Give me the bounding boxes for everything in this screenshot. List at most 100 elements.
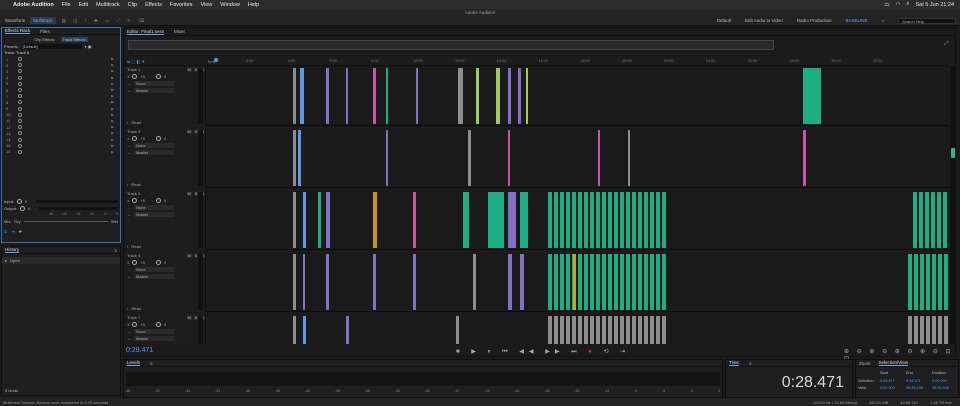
menu-icon[interactable]: ≡ bbox=[150, 361, 153, 366]
audio-clip[interactable] bbox=[944, 254, 948, 310]
audio-clip[interactable] bbox=[346, 316, 349, 344]
audio-clip[interactable] bbox=[620, 316, 624, 344]
power-icon[interactable]: ⏻ bbox=[4, 229, 7, 234]
track-lane[interactable] bbox=[208, 190, 949, 250]
audio-clip[interactable] bbox=[584, 192, 588, 248]
pan-knob[interactable] bbox=[155, 198, 161, 203]
audio-clip[interactable] bbox=[373, 68, 376, 124]
audio-clip[interactable] bbox=[548, 192, 552, 248]
power-icon[interactable] bbox=[18, 112, 22, 117]
audio-clip[interactable] bbox=[590, 316, 594, 344]
workspace-menu-icon[interactable]: » bbox=[881, 18, 884, 23]
audio-clip[interactable] bbox=[518, 68, 521, 124]
slot-menu-icon[interactable]: ▶ bbox=[111, 125, 114, 129]
audio-clip[interactable] bbox=[608, 254, 612, 310]
output-select[interactable]: Master bbox=[134, 274, 174, 279]
audio-clip[interactable] bbox=[937, 192, 941, 248]
audio-clip[interactable] bbox=[508, 192, 516, 248]
audio-clip[interactable] bbox=[938, 254, 942, 310]
pan-knob[interactable] bbox=[155, 136, 161, 141]
input-select[interactable]: None bbox=[134, 329, 174, 334]
slot-menu-icon[interactable]: ▶ bbox=[111, 138, 114, 142]
ruler-tool-icons[interactable]: ⇆ ⬚ ◧ ▼ bbox=[127, 59, 145, 64]
tab-clip-effects[interactable]: Clip Effects bbox=[34, 37, 54, 42]
audio-clip[interactable] bbox=[298, 130, 301, 186]
pan-knob[interactable] bbox=[155, 260, 161, 265]
audio-clip[interactable] bbox=[346, 68, 348, 124]
input-select[interactable]: None bbox=[134, 143, 174, 148]
track-lane[interactable] bbox=[208, 128, 949, 188]
audio-clip[interactable] bbox=[578, 254, 582, 310]
audio-clip[interactable] bbox=[943, 192, 947, 248]
scroll-thumb[interactable] bbox=[951, 148, 955, 158]
audio-clip[interactable] bbox=[303, 192, 306, 248]
volume-knob[interactable] bbox=[132, 74, 138, 79]
input-knob[interactable] bbox=[17, 199, 23, 204]
audio-clip[interactable] bbox=[596, 192, 600, 248]
audio-clip[interactable] bbox=[554, 254, 558, 310]
audio-clip[interactable] bbox=[300, 68, 304, 124]
power-icon[interactable] bbox=[18, 137, 22, 142]
power-icon[interactable] bbox=[18, 63, 22, 68]
audio-clip[interactable] bbox=[926, 254, 930, 310]
audio-clip[interactable] bbox=[628, 130, 630, 186]
automation-mode[interactable]: Read bbox=[131, 182, 141, 187]
audio-clip[interactable] bbox=[926, 316, 930, 344]
playhead[interactable] bbox=[214, 58, 218, 62]
insert-icon[interactable]: ⇥ bbox=[11, 229, 14, 234]
app-menu[interactable]: Adobe Audition bbox=[13, 2, 54, 8]
audio-clip[interactable] bbox=[602, 254, 606, 310]
audio-clip[interactable] bbox=[914, 254, 918, 310]
audio-clip[interactable] bbox=[626, 316, 630, 344]
audio-clip[interactable] bbox=[566, 254, 570, 310]
wifi-icon[interactable]: ◠ bbox=[896, 2, 901, 8]
menu-effects[interactable]: Effects bbox=[145, 2, 162, 8]
audio-clip[interactable] bbox=[293, 68, 296, 124]
pan-value[interactable]: 0 bbox=[164, 74, 166, 79]
audio-clip[interactable] bbox=[456, 316, 459, 344]
view-duration[interactable]: 35:35.446 bbox=[932, 386, 949, 390]
audio-clip[interactable] bbox=[662, 254, 666, 310]
slot-menu-icon[interactable]: ▶ bbox=[111, 119, 114, 123]
audio-clip[interactable] bbox=[920, 254, 924, 310]
audio-clip[interactable] bbox=[554, 192, 558, 248]
audio-clip[interactable] bbox=[602, 316, 606, 344]
audio-clip[interactable] bbox=[632, 192, 636, 248]
vertical-scrollbar[interactable] bbox=[950, 66, 956, 344]
audio-clip[interactable] bbox=[614, 192, 618, 248]
audio-clip[interactable] bbox=[572, 192, 576, 248]
audio-clip[interactable] bbox=[925, 192, 929, 248]
selection-start[interactable]: 0:28.471 bbox=[880, 379, 906, 383]
volume-knob[interactable] bbox=[132, 322, 138, 327]
add-icon[interactable]: ✚ bbox=[19, 229, 22, 234]
audio-clip[interactable] bbox=[620, 192, 624, 248]
slot-menu-icon[interactable]: ▶ bbox=[111, 76, 114, 80]
audio-clip[interactable] bbox=[620, 254, 624, 310]
audio-clip[interactable] bbox=[572, 316, 576, 344]
audio-clip[interactable] bbox=[508, 130, 510, 186]
audio-clip[interactable] bbox=[598, 130, 600, 186]
menu-window[interactable]: Window bbox=[220, 2, 240, 8]
audio-clip[interactable] bbox=[584, 254, 588, 310]
audio-clip[interactable] bbox=[626, 254, 630, 310]
track-name[interactable]: Track 2 bbox=[127, 129, 140, 134]
workspace-active[interactable]: BASELINE bbox=[845, 18, 867, 23]
mute-button[interactable]: M bbox=[186, 191, 192, 196]
output-select[interactable]: Master bbox=[134, 88, 174, 93]
audio-clip[interactable] bbox=[614, 316, 618, 344]
pan-knob[interactable] bbox=[155, 322, 161, 327]
audio-clip[interactable] bbox=[468, 130, 471, 186]
audio-clip[interactable] bbox=[293, 316, 296, 344]
track-name[interactable]: Track 4 bbox=[127, 253, 140, 258]
clock[interactable]: Sat 5 Jun 21:24 bbox=[915, 2, 954, 8]
audio-clip[interactable] bbox=[386, 68, 388, 124]
levels-title[interactable]: Levels bbox=[127, 360, 141, 366]
mute-button[interactable]: M bbox=[186, 253, 192, 258]
history-item[interactable]: ▸ Open bbox=[2, 257, 120, 264]
audio-clip[interactable] bbox=[656, 254, 660, 310]
audio-clip[interactable] bbox=[596, 254, 600, 310]
audio-clip[interactable] bbox=[326, 192, 330, 248]
audio-clip[interactable] bbox=[373, 254, 376, 310]
tab-selection-view[interactable]: Selection/View bbox=[878, 360, 908, 366]
audio-clip[interactable] bbox=[520, 254, 524, 310]
